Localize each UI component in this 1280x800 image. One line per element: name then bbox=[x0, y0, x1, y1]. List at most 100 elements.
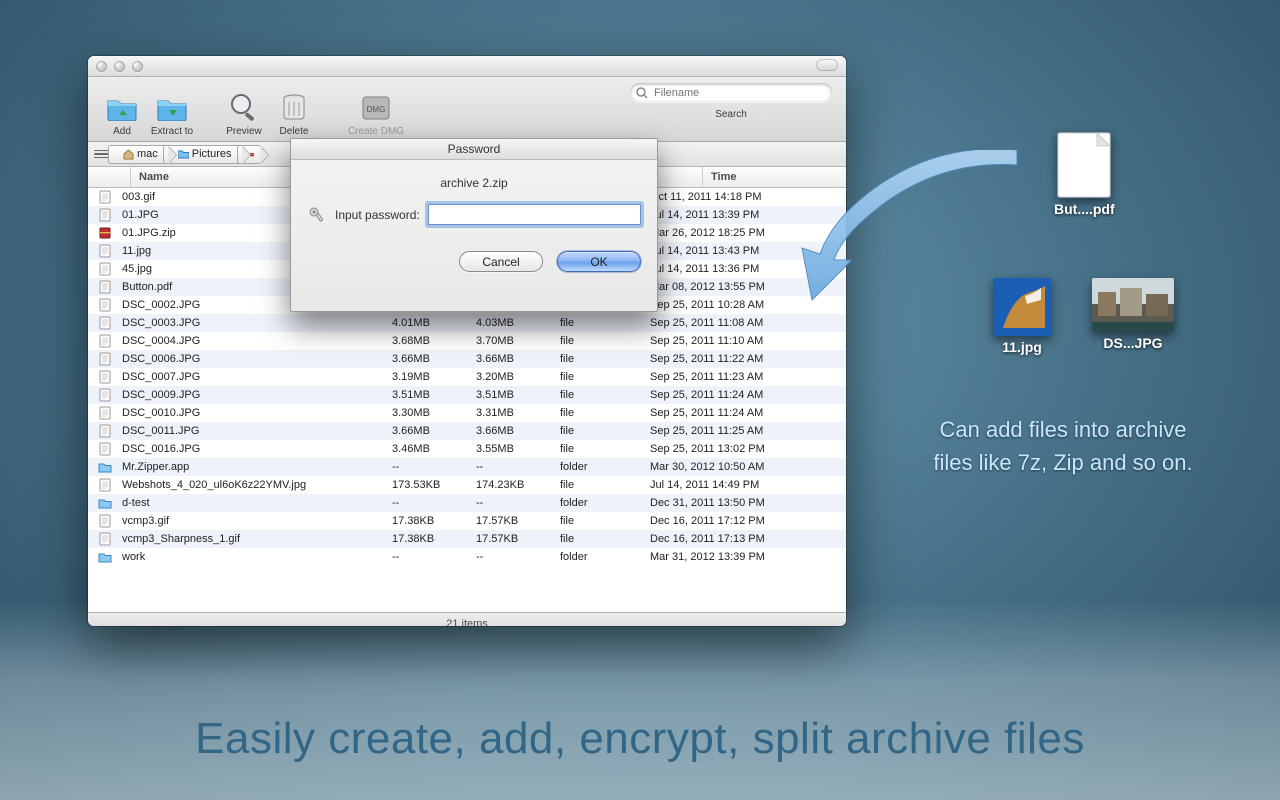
table-row[interactable]: DSC_0010.JPG3.30MB3.31MBfileSep 25, 2011… bbox=[88, 404, 846, 422]
file-time: Sep 25, 2011 13:02 PM bbox=[650, 443, 838, 455]
background-band bbox=[0, 600, 1280, 800]
file-kind: file bbox=[560, 389, 650, 401]
table-row[interactable]: vcmp3.gif17.38KB17.57KBfileDec 16, 2011 … bbox=[88, 512, 846, 530]
breadcrumb-home[interactable]: mac bbox=[108, 145, 169, 164]
table-row[interactable]: Mr.Zipper.app----folderMar 30, 2012 10:5… bbox=[88, 458, 846, 476]
file-size: 3.30MB bbox=[392, 407, 476, 419]
table-row[interactable]: d-test----folderDec 31, 2011 13:50 PM bbox=[88, 494, 846, 512]
file-time: Jul 14, 2011 13:36 PM bbox=[650, 263, 838, 275]
table-row[interactable]: Webshots_4_020_ul6oK6z22YMV.jpg173.53KB1… bbox=[88, 476, 846, 494]
zoom-icon[interactable] bbox=[132, 61, 143, 72]
status-text: 21 items bbox=[446, 618, 488, 626]
ok-button[interactable]: OK bbox=[557, 251, 641, 272]
search-box[interactable] bbox=[630, 83, 832, 102]
extract-folder-icon bbox=[155, 90, 189, 124]
file-size: 173.53KB bbox=[392, 479, 476, 491]
file-type-icon bbox=[88, 550, 122, 564]
file-type-icon bbox=[88, 460, 122, 474]
file-time: Dec 16, 2011 17:13 PM bbox=[650, 533, 838, 545]
col-time[interactable]: Time bbox=[703, 167, 846, 187]
file-type-icon bbox=[88, 316, 122, 330]
file-time: Dec 16, 2011 17:12 PM bbox=[650, 515, 838, 527]
file-time: Oct 11, 2011 14:18 PM bbox=[650, 191, 838, 203]
minimize-icon[interactable] bbox=[114, 61, 125, 72]
file-type-icon bbox=[88, 370, 122, 384]
file-name: DSC_0004.JPG bbox=[122, 335, 392, 347]
add-button[interactable]: Add bbox=[98, 90, 146, 137]
dialog-archive-name: archive 2.zip bbox=[307, 176, 641, 190]
file-type-icon bbox=[88, 352, 122, 366]
file-name: Webshots_4_020_ul6oK6z22YMV.jpg bbox=[122, 479, 392, 491]
promo-img2[interactable]: DS...JPG bbox=[1092, 278, 1174, 351]
table-row[interactable]: DSC_0003.JPG4.01MB4.03MBfileSep 25, 2011… bbox=[88, 314, 846, 332]
window-titlebar[interactable] bbox=[88, 56, 846, 77]
delete-button[interactable]: Delete bbox=[270, 90, 318, 137]
file-time: Sep 25, 2011 10:28 AM bbox=[650, 299, 838, 311]
file-time: Mar 30, 2012 10:50 AM bbox=[650, 461, 838, 473]
create-dmg-button[interactable]: DMG Create DMG bbox=[342, 90, 410, 137]
file-type-icon bbox=[88, 334, 122, 348]
add-folder-icon bbox=[105, 90, 139, 124]
promo-text: Can add files into archive files like 7z… bbox=[866, 413, 1260, 479]
file-time: Sep 25, 2011 11:22 AM bbox=[650, 353, 838, 365]
trash-icon bbox=[277, 90, 311, 124]
file-kind: file bbox=[560, 479, 650, 491]
promo-pdf[interactable]: But....pdf bbox=[1054, 132, 1115, 217]
file-comp-size: -- bbox=[476, 551, 560, 563]
file-type-icon bbox=[88, 514, 122, 528]
file-comp-size: 3.66MB bbox=[476, 353, 560, 365]
password-input[interactable] bbox=[428, 204, 641, 225]
delete-label: Delete bbox=[280, 126, 309, 137]
file-kind: file bbox=[560, 533, 650, 545]
file-name: DSC_0009.JPG bbox=[122, 389, 392, 401]
toolbar-toggle-icon[interactable] bbox=[816, 59, 838, 71]
preview-button[interactable]: Preview bbox=[220, 90, 268, 137]
table-row[interactable]: DSC_0009.JPG3.51MB3.51MBfileSep 25, 2011… bbox=[88, 386, 846, 404]
table-row[interactable]: vcmp3_Sharpness_1.gif17.38KB17.57KBfileD… bbox=[88, 530, 846, 548]
file-size: 3.68MB bbox=[392, 335, 476, 347]
promo-img1-label: 11.jpg bbox=[1002, 339, 1042, 355]
cancel-button[interactable]: Cancel bbox=[459, 251, 543, 272]
password-label: Input password: bbox=[335, 208, 420, 222]
file-kind: folder bbox=[560, 551, 650, 563]
eagle-photo-icon bbox=[993, 278, 1051, 336]
search-label: Search bbox=[715, 109, 747, 120]
table-row[interactable]: work----folderMar 31, 2012 13:39 PM bbox=[88, 548, 846, 566]
extract-button[interactable]: Extract to bbox=[148, 90, 196, 137]
file-size: 17.38KB bbox=[392, 533, 476, 545]
file-time: Mar 31, 2012 13:39 PM bbox=[650, 551, 838, 563]
file-size: -- bbox=[392, 461, 476, 473]
file-name: DSC_0007.JPG bbox=[122, 371, 392, 383]
file-comp-size: 17.57KB bbox=[476, 533, 560, 545]
table-row[interactable]: DSC_0006.JPG3.66MB3.66MBfileSep 25, 2011… bbox=[88, 350, 846, 368]
file-kind: folder bbox=[560, 497, 650, 509]
file-type-icon bbox=[88, 208, 122, 222]
promo-pdf-label: But....pdf bbox=[1054, 201, 1115, 217]
file-name: DSC_0016.JPG bbox=[122, 443, 392, 455]
file-kind: file bbox=[560, 335, 650, 347]
archive-window: Add Extract to Preview Delete DMG C bbox=[88, 56, 846, 626]
file-name: vcmp3_Sharpness_1.gif bbox=[122, 533, 392, 545]
search-input[interactable] bbox=[652, 86, 826, 100]
file-comp-size: -- bbox=[476, 461, 560, 473]
file-kind: file bbox=[560, 371, 650, 383]
file-size: 3.46MB bbox=[392, 443, 476, 455]
table-row[interactable]: DSC_0007.JPG3.19MB3.20MBfileSep 25, 2011… bbox=[88, 368, 846, 386]
dmg-icon: DMG bbox=[359, 90, 393, 124]
file-time: Dec 31, 2011 13:50 PM bbox=[650, 497, 838, 509]
file-comp-size: -- bbox=[476, 497, 560, 509]
close-icon[interactable] bbox=[96, 61, 107, 72]
table-row[interactable]: DSC_0004.JPG3.68MB3.70MBfileSep 25, 2011… bbox=[88, 332, 846, 350]
file-time: Jul 14, 2011 14:49 PM bbox=[650, 479, 838, 491]
file-kind: folder bbox=[560, 461, 650, 473]
town-photo-icon bbox=[1092, 278, 1174, 332]
extract-label: Extract to bbox=[151, 126, 193, 137]
file-kind: file bbox=[560, 443, 650, 455]
file-type-icon bbox=[88, 388, 122, 402]
promo-img1[interactable]: 11.jpg bbox=[993, 278, 1051, 355]
file-kind: file bbox=[560, 317, 650, 329]
table-row[interactable]: DSC_0011.JPG3.66MB3.66MBfileSep 25, 2011… bbox=[88, 422, 846, 440]
file-type-icon bbox=[88, 226, 122, 240]
table-row[interactable]: DSC_0016.JPG3.46MB3.55MBfileSep 25, 2011… bbox=[88, 440, 846, 458]
file-name: vcmp3.gif bbox=[122, 515, 392, 527]
